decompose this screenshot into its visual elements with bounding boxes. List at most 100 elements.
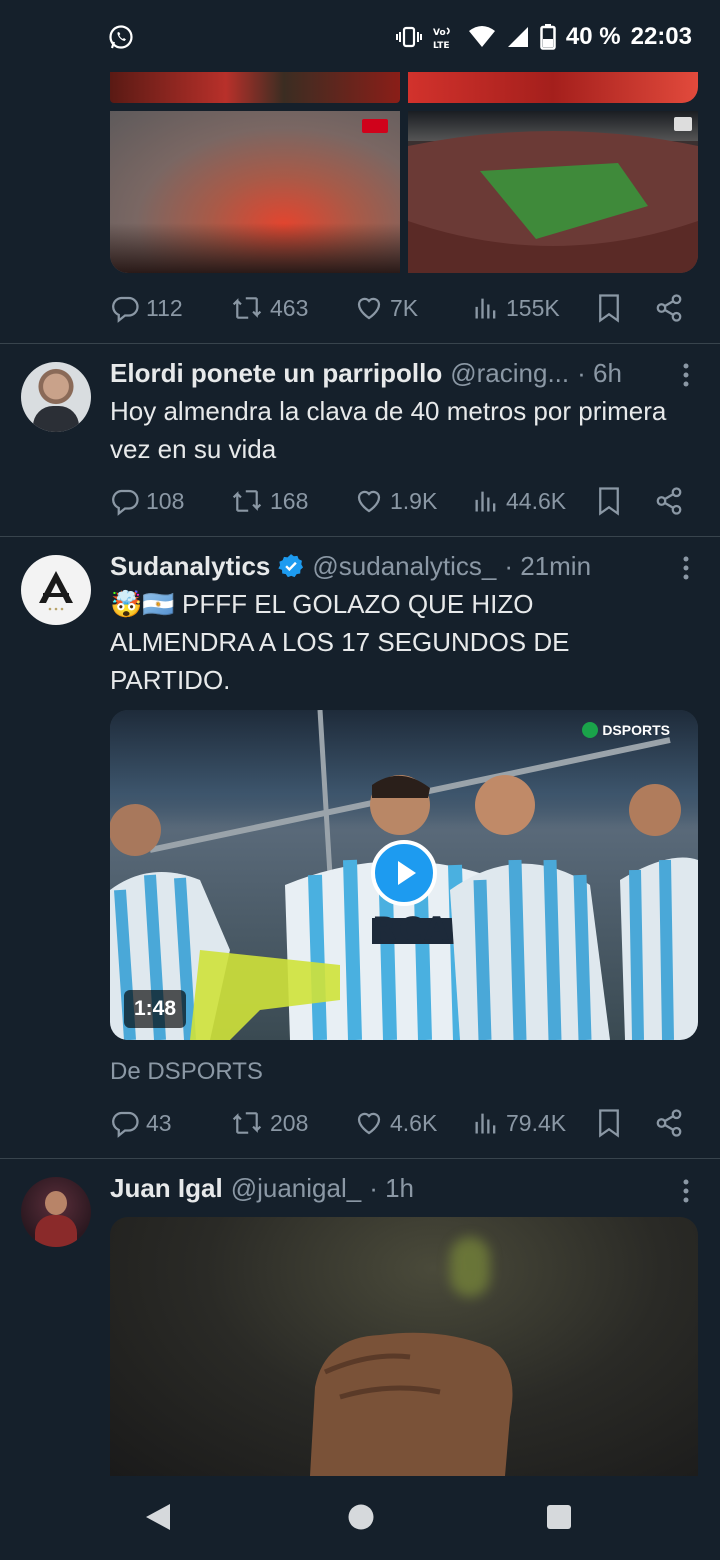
reply-icon [112,296,139,323]
verified-badge-icon [278,554,304,578]
tweet-emoji: 🤯🇦🇷 [110,589,175,619]
share-icon [656,294,682,322]
play-icon [398,861,416,885]
media-image-fist[interactable] [110,1217,698,1476]
reply-count: 43 [146,1109,172,1136]
battery-percent: 40 % [565,23,621,50]
share-button[interactable] [654,481,684,521]
timestamp[interactable]: · 1h [369,1173,414,1204]
more-options-icon[interactable] [680,553,692,583]
display-name[interactable]: Sudanalytics [110,551,270,582]
retweet-count: 168 [270,487,309,514]
views-icon [475,298,496,319]
avatar[interactable] [21,362,91,432]
jersey-sponsor-text: RCA [372,910,451,948]
network-label: LTE [433,41,450,50]
retweet-count: 208 [270,1109,309,1136]
fox-logo [674,117,692,131]
avatar[interactable] [21,555,91,625]
share-icon [656,487,682,515]
retweet-icon [232,1112,262,1134]
tweet2-actions: 108 168 1.9K 44.6K [110,481,700,521]
wifi-icon [468,26,495,47]
media-image-top-left[interactable] [110,72,400,103]
display-name[interactable]: Elordi ponete un parripollo [110,358,442,389]
tweet3-actions: 43 208 4.6K 79.4K [110,1103,700,1143]
play-button[interactable] [371,840,437,906]
reply-button[interactable]: 108 [110,481,184,521]
handle[interactable]: @juanigal_ [231,1173,361,1204]
status-bar: Vo LTE 40 % 22:03 [0,0,720,72]
views-icon [475,1113,496,1134]
more-options-icon[interactable] [680,360,692,390]
display-name[interactable]: Juan Igal [110,1173,223,1204]
timestamp[interactable]: · 6h [577,358,622,389]
heart-icon [357,490,381,513]
svg-text:Vo: Vo [433,28,446,38]
video-source[interactable]: De DSPORTS [110,1058,263,1086]
tweet-text: Hoy almendra la clava de 40 metros por p… [110,396,667,464]
reply-button[interactable]: 112 [110,288,183,328]
media-image-stadium[interactable] [408,111,698,273]
battery-icon [540,24,556,50]
retweet-button[interactable]: 463 [230,288,308,328]
bookmark-icon [599,1109,619,1138]
divider [0,1158,720,1159]
timestamp[interactable]: · 21min [504,551,591,582]
home-icon[interactable] [347,1502,375,1532]
recents-icon[interactable] [545,1502,573,1532]
retweet-icon [232,297,262,319]
video-duration: 1:48 [124,990,187,1028]
views-icon [475,491,496,512]
media-image-smoke[interactable] [110,111,400,273]
handle[interactable]: @racing... [450,358,569,389]
more-options-icon[interactable] [680,1176,692,1206]
views-button[interactable]: 79.4K [472,1103,566,1143]
sudanalytics-logo-icon [39,571,73,611]
like-button[interactable]: 4.6K [354,1103,437,1143]
views-count: 79.4K [506,1109,567,1136]
share-button[interactable] [654,1103,684,1143]
whatsapp-icon [109,25,133,49]
reply-button[interactable]: 43 [110,1103,172,1143]
tweet-body: PFFF EL GOLAZO QUE HIZO ALMENDRA A LOS 1… [110,589,570,695]
views-button[interactable]: 155K [472,288,560,328]
handle[interactable]: @sudanalytics_ [312,551,496,582]
bookmark-icon [599,487,619,516]
views-button[interactable]: 44.6K [472,481,566,521]
retweet-button[interactable]: 168 [230,481,308,521]
views-count: 155K [506,294,560,321]
navigation-bar [0,1476,720,1560]
share-icon [656,1109,682,1137]
like-count: 7K [390,294,419,321]
share-button[interactable] [654,288,684,328]
reply-count: 108 [146,487,185,514]
retweet-count: 463 [270,294,309,321]
bookmark-button[interactable] [596,288,622,328]
video-channel-logo: DSPORTS [602,722,670,738]
heart-icon [357,1112,381,1135]
tweet1-actions: 112 463 7K 155K [110,288,700,328]
like-button[interactable]: 1.9K [354,481,437,521]
tweet4-header: Juan Igal @juanigal_ · 1h [110,1168,414,1208]
bookmark-icon [599,294,619,323]
back-icon[interactable] [144,1502,172,1532]
signal-icon [507,27,528,47]
avatar[interactable] [21,1177,91,1247]
retweet-icon [232,490,262,512]
reply-icon [112,489,139,516]
espn-logo [362,119,388,133]
tweet3-header: Sudanalytics @sudanalytics_ · 21min [110,546,591,586]
like-count: 4.6K [390,1109,438,1136]
media-image-top-right[interactable] [408,72,698,103]
tweet-text: 🤯🇦🇷 PFFF EL GOLAZO QUE HIZO ALMENDRA A L… [110,585,610,699]
heart-icon [357,297,381,320]
volte-icon: Vo LTE [433,27,450,50]
divider [0,343,720,344]
clock: 22:03 [630,23,692,50]
dsports-logo: DSPORTS [582,722,670,738]
bookmark-button[interactable] [596,481,622,521]
like-button[interactable]: 7K [354,288,418,328]
retweet-button[interactable]: 208 [230,1103,308,1143]
bookmark-button[interactable] [596,1103,622,1143]
